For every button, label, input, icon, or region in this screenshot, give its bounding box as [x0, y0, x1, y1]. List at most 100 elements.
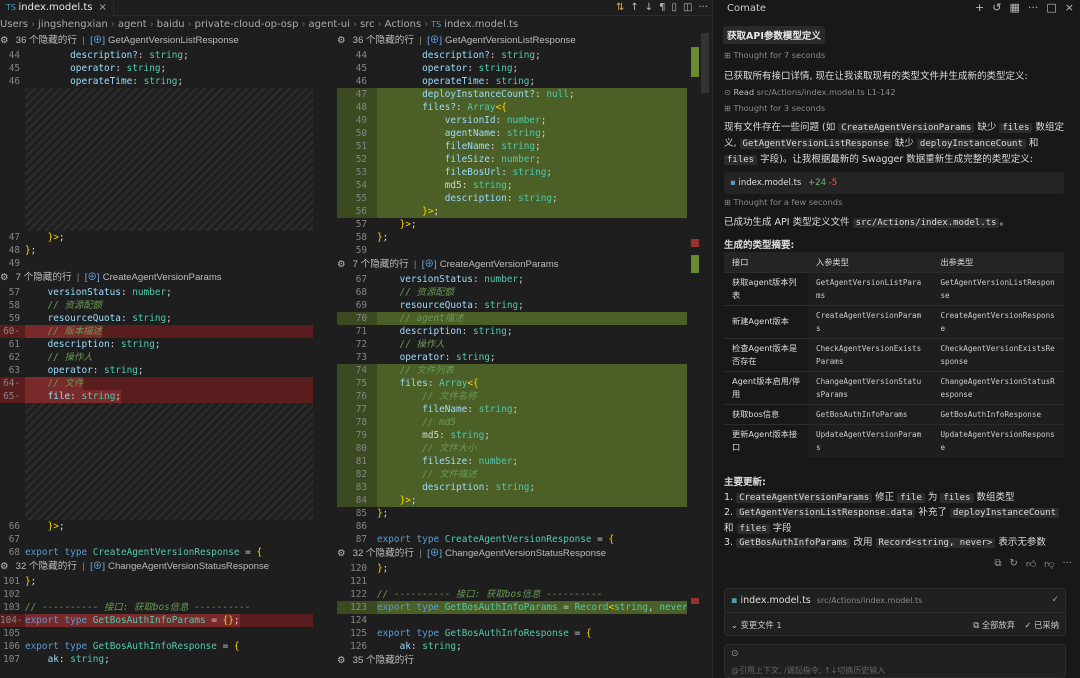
code-line[interactable]: 45 operator: string; — [0, 62, 313, 75]
code-line[interactable]: 48 files?: Array<{ — [337, 101, 687, 114]
breadcrumb-item[interactable]: src — [360, 19, 375, 30]
code-line[interactable]: 67 versionStatus: number; — [337, 273, 687, 286]
code-line[interactable]: 45 operator: string; — [337, 62, 687, 75]
arrow-up-icon[interactable]: ↑ — [630, 0, 638, 16]
hidden-lines-fold[interactable]: ⚙ 32 个隐藏的行 | [⊕] ChangeAgentVersionStatusR… — [337, 546, 687, 562]
code-line[interactable]: 82 // 文件描述 — [337, 468, 687, 481]
code-line[interactable]: 66 }>; — [0, 520, 313, 533]
breadcrumb-item[interactable]: jingshengxian — [38, 19, 108, 30]
code-line[interactable]: 56 }>; — [337, 205, 687, 218]
unfold-icon[interactable]: ⚙ — [337, 548, 346, 559]
symbol-name[interactable]: CreateAgentVersionParams — [440, 259, 559, 270]
code-line[interactable]: 70 // agent描述 — [337, 312, 687, 325]
code-line[interactable]: 124 — [337, 614, 687, 627]
more-icon[interactable]: ··· — [698, 0, 708, 16]
code-line[interactable]: 85}; — [337, 507, 687, 520]
accepted-button[interactable]: ✓ 已采纳 — [1025, 619, 1060, 631]
hidden-lines-fold[interactable]: ⚙ 7 个隐藏的行 | [⊕] CreateAgentVersionParams — [0, 270, 313, 286]
code-line[interactable]: 61 description: string; — [0, 338, 313, 351]
code-line[interactable]: 126 ak: string; — [337, 640, 687, 653]
code-line[interactable]: 71 description: string; — [337, 325, 687, 338]
unfold-icon[interactable]: ⚙ — [0, 272, 9, 283]
close-tab-icon[interactable]: × — [99, 2, 107, 13]
code-line[interactable]: 122 // ---------- 接口: 获取bos信息 ---------- — [337, 588, 687, 601]
code-line[interactable]: 63 operator: string; — [0, 364, 313, 377]
code-line[interactable]: 81 fileSize: number; — [337, 455, 687, 468]
code-line[interactable]: 47 }>; — [0, 231, 313, 244]
inline-diff-icon[interactable]: ▯ — [671, 0, 677, 16]
code-line[interactable]: 73 operator: string; — [337, 351, 687, 364]
code-line[interactable]: 78 // md5 — [337, 416, 687, 429]
code-line[interactable]: 54 md5: string; — [337, 179, 687, 192]
symbol-name[interactable]: GetAgentVersionListResponse — [445, 35, 576, 46]
code-line[interactable]: 103 // ---------- 接口: 获取bos信息 ---------- — [0, 601, 313, 614]
plus-icon[interactable]: + — [975, 1, 984, 14]
code-line[interactable]: 102 — [0, 588, 313, 601]
unfold-icon[interactable]: ⚙ — [337, 655, 346, 665]
split-editor-icon[interactable]: ◫ — [683, 0, 692, 16]
breadcrumb-item[interactable]: Users — [0, 19, 28, 30]
code-line[interactable]: 65- file: string; — [0, 390, 313, 403]
code-line[interactable]: 44 description?: string; — [0, 49, 313, 62]
breadcrumb-item[interactable]: baidu — [157, 19, 185, 30]
code-line[interactable]: 46 operateTime: string; — [337, 75, 687, 88]
breadcrumb-item[interactable]: index.model.ts — [444, 19, 518, 30]
unfold-icon[interactable]: ⚙ — [0, 35, 9, 46]
code-line[interactable]: 69 resourceQuota: string; — [337, 299, 687, 312]
code-line[interactable]: 80 // 文件大小 — [337, 442, 687, 455]
history-icon[interactable]: ↺ — [992, 1, 1001, 14]
code-line[interactable]: 105 — [0, 627, 313, 640]
code-line[interactable]: 68 export type CreateAgentVersionResponse… — [0, 546, 313, 559]
code-line[interactable]: 87 export type CreateAgentVersionResponse… — [337, 533, 687, 546]
code-line[interactable]: 58}; — [337, 231, 687, 244]
code-line[interactable]: 60- // 版本描述 — [0, 325, 313, 338]
breadcrumb-item[interactable]: Actions — [385, 19, 422, 30]
retry-icon[interactable]: ↻ — [1009, 558, 1017, 570]
code-line[interactable]: 75 files: Array<{ — [337, 377, 687, 390]
code-line[interactable]: 57 }>; — [337, 218, 687, 231]
thought-2[interactable]: ⊞ Thought for 3 seconds — [724, 103, 825, 113]
code-line[interactable]: 49 versionId: number; — [337, 114, 687, 127]
changed-file[interactable]: ▪ index.model.ts src/Actions/index.model… — [731, 595, 922, 606]
code-line[interactable]: 120}; — [337, 562, 687, 575]
code-line[interactable]: 49 — [0, 257, 313, 270]
more-icon[interactable]: ··· — [1062, 558, 1072, 570]
discard-all-button[interactable]: ⧉ 全部放弃 — [973, 619, 1015, 631]
unfold-icon[interactable]: ⚙ — [337, 259, 346, 270]
code-line[interactable]: 58 // 资源配额 — [0, 299, 313, 312]
code-line[interactable]: 53 fileBosUrl: string; — [337, 166, 687, 179]
breadcrumb-item[interactable]: agent — [118, 19, 147, 30]
symbol-name[interactable]: ChangeAgentVersionStatusResponse — [108, 561, 269, 572]
changed-files-toggle[interactable]: ⌄ 变更文件 1 — [731, 619, 782, 631]
code-line[interactable]: 57 versionStatus: number; — [0, 286, 313, 299]
code-line[interactable]: 52 fileSize: number; — [337, 153, 687, 166]
breadcrumb-item[interactable]: private-cloud-op-osp — [195, 19, 299, 30]
code-line[interactable]: 67 — [0, 533, 313, 546]
hidden-lines-fold[interactable]: ⚙ 7 个隐藏的行 | [⊕] CreateAgentVersionParams — [337, 257, 687, 273]
hidden-lines-fold[interactable]: ⚙ 36 个隐藏的行 | [⊕] GetAgentVersionListRespon… — [337, 33, 687, 49]
editor-tab[interactable]: TS index.model.ts × — [0, 0, 114, 16]
hidden-lines-fold[interactable]: ⚙ 32 个隐藏的行 | [⊕] ChangeAgentVersionStatusR… — [0, 559, 313, 575]
diff-modified-pane[interactable]: ⚙ 36 个隐藏的行 | [⊕] GetAgentVersionListRespon… — [337, 33, 687, 665]
code-line[interactable]: 79 md5: string; — [337, 429, 687, 442]
pilcrow-icon[interactable]: ¶ — [659, 0, 665, 16]
task-chip[interactable]: 获取API参数模型定义 — [723, 26, 825, 44]
context-icon[interactable]: ⊙ — [731, 649, 739, 659]
code-line[interactable]: 74 // 文件列表 — [337, 364, 687, 377]
code-line[interactable]: 46 operateTime: string; — [0, 75, 313, 88]
code-line[interactable]: 59 resourceQuota: string; — [0, 312, 313, 325]
code-line[interactable]: 62 // 操作人 — [0, 351, 313, 364]
code-line[interactable]: 107 ak: string; — [0, 653, 313, 665]
chat-input[interactable]: ⊙ @引用上下文, /调起指令, ↑↓切换历史输入 — [724, 644, 1066, 678]
symbol-name[interactable]: CreateAgentVersionParams — [103, 272, 222, 283]
settings-icon[interactable]: ▦ — [1009, 1, 1019, 14]
hidden-lines-fold[interactable]: ⚙ 35 个隐藏的行 — [337, 653, 687, 665]
code-line[interactable]: 64- // 文件 — [0, 377, 313, 390]
code-line[interactable]: 50 agentName: string; — [337, 127, 687, 140]
thumbs-down-icon[interactable]: 👎︎ — [1044, 558, 1054, 570]
thought-1[interactable]: ⊞ Thought for 7 seconds — [724, 50, 825, 60]
code-line[interactable]: 104- export type GetBosAuthInfoParams = {… — [0, 614, 313, 627]
code-line[interactable]: 125 export type GetBosAuthInfoResponse = … — [337, 627, 687, 640]
code-line[interactable]: 59 — [337, 244, 687, 257]
code-line[interactable]: 84 }>; — [337, 494, 687, 507]
